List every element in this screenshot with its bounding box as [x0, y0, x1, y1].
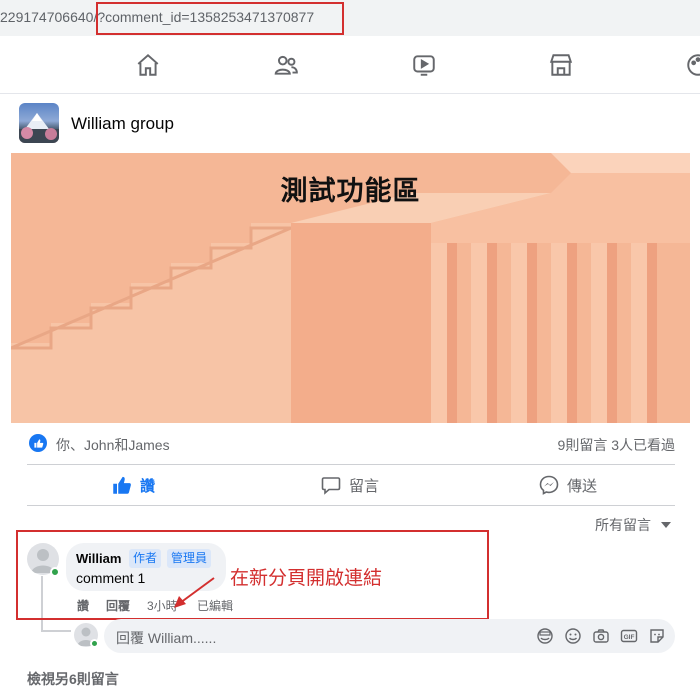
group-avatar[interactable]	[19, 103, 59, 143]
top-navigation	[0, 36, 700, 94]
group-name[interactable]: William group	[71, 114, 174, 134]
camera-icon[interactable]	[592, 627, 610, 645]
caret-down-icon	[661, 522, 671, 528]
reply-input[interactable]: 回覆 William...... GIF	[104, 619, 675, 653]
send-label: 傳送	[567, 477, 598, 495]
gif-icon[interactable]: GIF	[620, 627, 638, 645]
like-reaction-icon[interactable]	[29, 434, 47, 452]
like-button[interactable]: 讚	[112, 465, 155, 505]
comment-icon	[321, 477, 341, 495]
cover-title: 測試功能區	[280, 176, 421, 206]
reaction-names[interactable]: 你、John和James	[56, 435, 170, 455]
watch-icon[interactable]	[410, 51, 438, 79]
emoji-icon[interactable]	[564, 627, 582, 645]
sticker-icon[interactable]	[648, 627, 666, 645]
home-icon[interactable]	[134, 51, 162, 79]
avatar-sticker-icon[interactable]	[536, 627, 554, 645]
marketplace-icon[interactable]	[547, 51, 575, 79]
view-more-comments-link[interactable]: 檢視另6則留言	[27, 669, 119, 689]
comment-button[interactable]: 留言	[321, 465, 379, 505]
post-stats[interactable]: 9則留言 3人已看過	[558, 435, 675, 455]
svg-text:GIF: GIF	[624, 634, 635, 641]
address-bar[interactable]: 229174706640/?comment_id=135825347137087…	[0, 0, 700, 36]
thumbs-up-icon	[113, 476, 131, 494]
friends-icon[interactable]	[272, 51, 300, 79]
annotation-arrow-icon	[174, 577, 215, 608]
send-button[interactable]: 傳送	[539, 465, 597, 505]
post-actions: 讚 留言 傳送	[27, 464, 675, 506]
messenger-icon	[539, 475, 559, 495]
url-highlight-box	[96, 2, 344, 35]
group-header: William group	[0, 94, 700, 154]
comment-label: 留言	[349, 477, 380, 495]
like-label: 讚	[140, 477, 156, 495]
thread-line-branch	[41, 630, 71, 632]
annotation-text: 在新分頁開啟連結	[230, 568, 383, 589]
post-cover-image: 測試功能區	[11, 153, 690, 423]
comment-sort-dropdown[interactable]: 所有留言	[595, 515, 671, 535]
gaming-icon[interactable]	[684, 51, 700, 79]
online-status-dot	[90, 639, 99, 648]
reply-placeholder: 回覆 William......	[116, 630, 217, 646]
reactions-row: 你、John和James 9則留言 3人已看過	[27, 432, 675, 456]
sort-label: 所有留言	[595, 517, 651, 533]
